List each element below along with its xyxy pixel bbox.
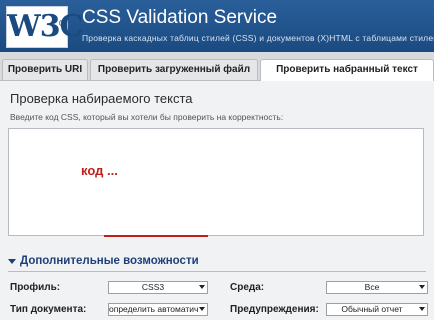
tab-check-text[interactable]: Проверить набранный текст bbox=[260, 59, 434, 81]
css-code-textarea[interactable]: код ... bbox=[8, 128, 424, 236]
textarea-hint: Введите код CSS, который вы хотели бы пр… bbox=[10, 112, 284, 122]
more-options-label: Дополнительные возможности bbox=[20, 255, 199, 267]
medium-label: Среда: bbox=[230, 282, 265, 293]
profile-value: CSS3 bbox=[141, 282, 165, 292]
dropdown-arrow-icon bbox=[199, 307, 205, 311]
tab-check-upload[interactable]: Проверить загруженный файл bbox=[90, 59, 258, 80]
code-placeholder-annotation: код ... bbox=[81, 163, 118, 178]
tab-check-uri[interactable]: Проверить URI bbox=[2, 59, 88, 80]
header: W3C ® CSS Validation Service Проверка ка… bbox=[0, 0, 434, 52]
logo-tm: ® bbox=[58, 18, 66, 28]
profile-label: Профиль: bbox=[10, 282, 61, 293]
options-divider bbox=[8, 271, 426, 272]
tab-bar: Проверить URI Проверить загруженный файл… bbox=[0, 52, 434, 81]
medium-select[interactable]: Все bbox=[326, 281, 428, 294]
text-input-panel: Проверка набираемого текста Введите код … bbox=[0, 81, 434, 320]
doctype-highlight-underline bbox=[104, 235, 208, 237]
triangle-down-icon bbox=[8, 258, 16, 264]
logo-text: W3C bbox=[7, 9, 83, 44]
dropdown-arrow-icon bbox=[419, 285, 425, 289]
warnings-label: Предупреждения: bbox=[230, 304, 319, 315]
doctype-select[interactable]: определить автоматич bbox=[108, 303, 208, 316]
panel-title: Проверка набираемого текста bbox=[10, 91, 193, 106]
dropdown-arrow-icon bbox=[199, 285, 205, 289]
warnings-value: Обычный отчет bbox=[341, 304, 403, 314]
w3c-logo[interactable]: W3C ® bbox=[6, 6, 83, 48]
page-subtitle: Проверка каскадных таблиц стилей (CSS) и… bbox=[82, 33, 434, 43]
medium-value: Все bbox=[364, 282, 380, 292]
dropdown-arrow-icon bbox=[419, 307, 425, 311]
doctype-label: Тип документа: bbox=[10, 304, 87, 315]
doctype-value: определить автоматич bbox=[109, 304, 199, 314]
warnings-select[interactable]: Обычный отчет bbox=[326, 303, 428, 316]
more-options-toggle[interactable]: Дополнительные возможности bbox=[8, 255, 199, 267]
page-title: CSS Validation Service bbox=[82, 7, 278, 28]
profile-select[interactable]: CSS3 bbox=[108, 281, 208, 294]
